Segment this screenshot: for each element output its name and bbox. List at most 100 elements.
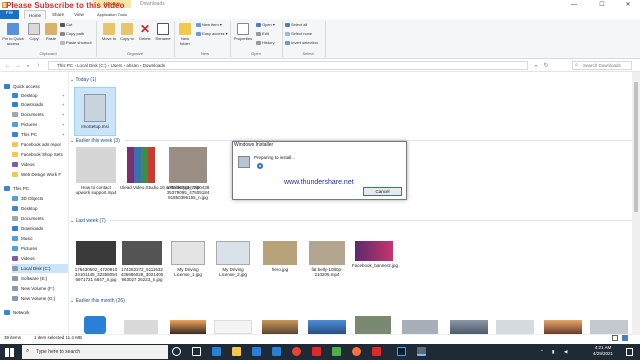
nav-item-selected[interactable]: Local Disk (C:) — [12, 264, 68, 273]
image-thumbnail[interactable] — [590, 320, 628, 334]
file-item[interactable]: Ulead.Video.Studio.10.serial.keygen.zip — [120, 147, 199, 215]
file-item-selected[interactable]: ImoSetup.msi — [74, 87, 116, 136]
nav-item[interactable]: Music — [12, 234, 68, 243]
group-header[interactable]: ⌄ Last week (7) — [70, 218, 640, 224]
pin-quick-access-button[interactable]: Pin to Quick access — [2, 23, 24, 46]
nav-item[interactable]: Facebook Shop Sets — [12, 150, 68, 159]
network-tray-icon[interactable]: ▮ — [552, 349, 554, 355]
file-item[interactable]: fat belly-1080p-210205.mp4 — [306, 241, 348, 297]
copy-path-button[interactable]: Copy path — [60, 31, 84, 36]
new-item-button[interactable]: New item ▾ — [196, 22, 222, 27]
nav-item[interactable]: Desktop — [12, 204, 68, 213]
installer-taskbar-icon[interactable] — [417, 347, 426, 356]
tab-home[interactable]: Home — [24, 10, 46, 19]
file-item[interactable]: Facebook_banner2.jpg — [352, 241, 398, 297]
app-icon[interactable] — [332, 347, 341, 356]
breadcrumb-downloads[interactable]: Downloads — [143, 63, 165, 68]
copy-button[interactable]: Copy — [26, 23, 42, 41]
nav-item[interactable]: Documents — [12, 214, 68, 223]
image-thumbnail[interactable] — [402, 320, 438, 334]
nav-item[interactable]: Facebook ads repor — [12, 140, 68, 149]
nav-item[interactable]: Desktop ✦ — [12, 91, 68, 100]
file-explorer-icon[interactable] — [232, 347, 241, 356]
forward-arrow-icon[interactable]: → — [14, 62, 22, 70]
breadcrumb-local-disk[interactable]: Local Disk (C:) — [77, 63, 107, 68]
open-button[interactable]: Open ▾ — [256, 22, 275, 27]
app-icon[interactable] — [312, 347, 321, 356]
app-icon[interactable] — [372, 347, 381, 356]
photoshop-icon[interactable] — [397, 347, 406, 356]
up-arrow-icon[interactable]: ↑ — [34, 62, 42, 70]
file-item[interactable]: 176430502_472091034101145_32358094697172… — [74, 241, 118, 297]
refresh-icon[interactable]: ↻ — [542, 62, 550, 70]
large-icons-view-icon[interactable] — [622, 335, 628, 341]
volume-icon[interactable]: ◀ — [564, 349, 567, 355]
cancel-button[interactable]: Cancel — [363, 187, 402, 196]
address-bar[interactable]: This PC › Local Disk (C:) › Users › ahsa… — [48, 61, 528, 70]
app-thumbnail[interactable] — [84, 316, 106, 334]
mail-icon[interactable] — [272, 347, 281, 356]
image-thumbnail[interactable] — [262, 320, 298, 334]
breadcrumb-ahsan[interactable]: ahsan — [126, 63, 138, 68]
chrome-icon[interactable] — [292, 347, 301, 356]
copy-to-button[interactable]: Copy to — [119, 23, 135, 41]
image-thumbnail[interactable] — [124, 320, 158, 334]
windows-start-icon[interactable] — [5, 348, 14, 357]
nav-item[interactable]: 3D Objects — [12, 194, 68, 203]
nav-network[interactable]: Network — [4, 308, 68, 317]
delete-button[interactable]: ✕ Delete — [137, 23, 153, 41]
nav-this-pc[interactable]: This PC — [4, 184, 68, 193]
tab-view[interactable]: View — [70, 10, 88, 19]
file-item[interactable]: hero.jpg — [260, 241, 300, 297]
group-header[interactable]: ⌄ Earlier this month (26) — [70, 298, 125, 304]
nav-item[interactable]: Web Design Work F — [12, 170, 68, 179]
tray-chevron-icon[interactable]: ⌃ — [540, 349, 544, 355]
image-thumbnail[interactable] — [355, 316, 391, 334]
scrollbar-thumb[interactable] — [634, 82, 638, 212]
properties-button[interactable]: Properties — [233, 23, 253, 41]
file-item[interactable]: 175886723_786043835379095_47505184818503… — [166, 147, 210, 215]
image-thumbnail[interactable] — [496, 320, 534, 334]
nav-item[interactable]: Pictures ✦ — [12, 120, 68, 129]
select-none-button[interactable]: Select none — [285, 31, 312, 36]
nav-item[interactable]: New Volume (F:) — [12, 284, 68, 293]
image-thumbnail[interactable] — [544, 320, 582, 334]
select-all-button[interactable]: Select all — [285, 22, 307, 27]
close-button[interactable]: ✕ — [614, 0, 640, 10]
firefox-icon[interactable] — [352, 347, 361, 356]
paste-shortcut-button[interactable]: Paste shortcut — [60, 40, 92, 45]
nav-item[interactable]: Software (E:) — [12, 274, 68, 283]
clock[interactable]: 4:21 AM 4/29/2021 — [586, 345, 620, 357]
task-view-icon[interactable] — [192, 347, 201, 356]
easy-access-button[interactable]: Easy access ▾ — [196, 31, 228, 36]
nav-item[interactable]: New Volume (G:) — [12, 294, 68, 303]
cut-button[interactable]: Cut — [60, 22, 72, 27]
edge-icon[interactable] — [212, 347, 221, 356]
notifications-icon[interactable] — [626, 348, 633, 356]
nav-item[interactable]: Downloads — [12, 224, 68, 233]
paste-button[interactable]: Paste — [43, 23, 59, 41]
breadcrumb-this-pc[interactable]: This PC — [57, 63, 73, 68]
image-thumbnail[interactable] — [308, 320, 346, 334]
file-item[interactable]: My Driving License_2.jpg — [213, 241, 253, 297]
cortana-icon[interactable] — [172, 347, 181, 356]
file-item[interactable]: My Driving License_1.jpg — [168, 241, 208, 297]
details-view-icon[interactable] — [612, 335, 618, 341]
move-to-button[interactable]: Move to — [101, 23, 117, 41]
image-thumbnail[interactable] — [170, 320, 206, 334]
breadcrumb-users[interactable]: Users — [111, 63, 123, 68]
image-thumbnail[interactable] — [450, 320, 488, 334]
store-icon[interactable] — [252, 347, 261, 356]
new-folder-button[interactable]: New folder — [177, 23, 193, 46]
nav-item[interactable]: Documents ✦ — [12, 110, 68, 119]
tab-share[interactable]: Share — [48, 10, 68, 19]
edit-button[interactable]: Edit — [256, 31, 269, 36]
file-item[interactable]: 174263272_5111532435986028_3021405963027… — [120, 241, 164, 297]
nav-item[interactable]: Pictures — [12, 244, 68, 253]
group-header[interactable]: ⌄ Today (1) — [70, 77, 96, 83]
nav-item[interactable]: Videos — [12, 160, 68, 169]
file-item[interactable]: How to contact upwork support.mp4 — [74, 147, 118, 215]
search-input[interactable]: Search Downloads — [572, 61, 632, 70]
tab-application-tools[interactable]: Application Tools — [92, 10, 132, 19]
invert-selection-button[interactable]: Invert selection — [285, 40, 318, 45]
